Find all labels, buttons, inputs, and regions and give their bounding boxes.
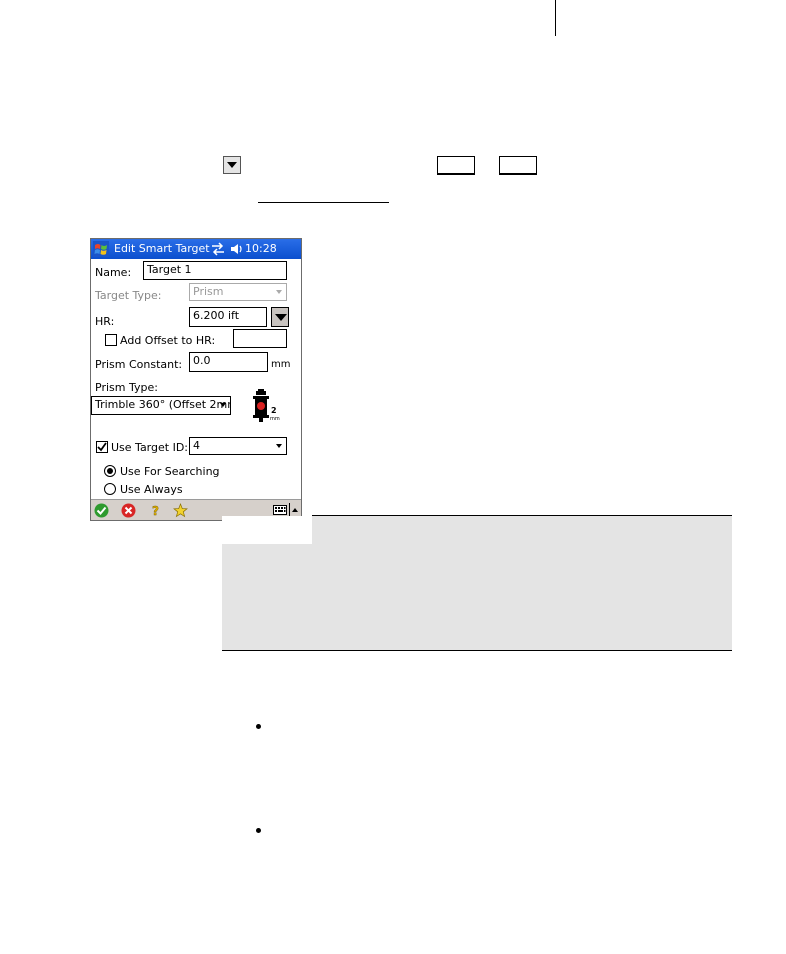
target-id-select[interactable]: 4	[189, 437, 287, 455]
use-for-searching-radio[interactable]	[104, 465, 116, 477]
prism-badge-unit: mm	[270, 416, 280, 422]
chevron-down-icon	[276, 290, 282, 294]
add-offset-label: Add Offset to HR:	[120, 334, 216, 347]
note-bottom-rule	[222, 650, 732, 651]
help-icon[interactable]: ?	[148, 503, 163, 518]
add-offset-checkbox[interactable]	[105, 334, 117, 346]
windows-flag-icon[interactable]	[93, 241, 109, 257]
menu-up-arrow-icon[interactable]	[292, 508, 298, 512]
prism-constant-field[interactable]: 0.0	[189, 352, 268, 372]
bullet-1	[256, 724, 261, 729]
target-type-label: Target Type:	[95, 289, 162, 302]
clock[interactable]: 10:28	[245, 239, 277, 259]
name-field[interactable]: Target 1	[143, 261, 287, 280]
target-type-value: Prism	[193, 285, 224, 298]
name-label: Name:	[95, 266, 132, 279]
prism-constant-label: Prism Constant:	[95, 358, 183, 371]
prism-constant-unit: mm	[271, 359, 291, 370]
chevron-down-icon	[276, 444, 282, 448]
target-id-value: 4	[193, 439, 200, 452]
margin-rule	[555, 0, 556, 36]
target-type-select: Prism	[189, 283, 287, 301]
title-bar: Edit Smart Target 10:28	[91, 239, 301, 259]
use-target-id-checkbox[interactable]	[96, 441, 108, 453]
check-icon	[97, 442, 107, 452]
prism-type-value: Trimble 360° (Offset 2mr	[95, 398, 231, 411]
add-offset-field[interactable]	[233, 329, 287, 348]
sync-arrows-icon[interactable]	[211, 242, 225, 256]
use-always-radio[interactable]	[104, 483, 116, 495]
prism-icon: 2 mm	[253, 389, 280, 422]
prism-badge-number: 2	[271, 406, 277, 415]
use-always-label: Use Always	[120, 483, 183, 496]
bullet-2	[256, 828, 261, 833]
link-underline	[258, 202, 389, 203]
favorites-star-icon[interactable]	[173, 503, 188, 518]
hr-label: HR:	[95, 315, 115, 328]
ok-check-icon[interactable]	[94, 503, 109, 518]
note-box-notch	[222, 516, 312, 544]
keyboard-icon[interactable]	[273, 505, 287, 515]
prism-type-select[interactable]: Trimble 360° (Offset 2mr	[91, 396, 231, 415]
use-for-searching-label: Use For Searching	[120, 465, 220, 478]
key-button-right	[499, 156, 537, 175]
prism-type-label: Prism Type:	[95, 381, 158, 394]
window-title: Edit Smart Target	[114, 242, 210, 255]
speaker-icon[interactable]	[230, 242, 243, 256]
note-top-rule	[312, 515, 732, 516]
svg-text:?: ?	[152, 504, 159, 518]
edit-smart-target-screen: Edit Smart Target 10:28 Name: Target 1 T…	[90, 238, 302, 521]
hr-field[interactable]: 6.200 ift	[189, 307, 267, 327]
use-target-id-label: Use Target ID:	[111, 441, 188, 454]
dropdown-arrow-icon	[223, 156, 241, 174]
chevron-down-icon	[220, 403, 226, 407]
cancel-x-icon[interactable]	[121, 503, 136, 518]
key-button-left	[437, 156, 475, 175]
hr-dropdown-button[interactable]	[271, 307, 289, 327]
